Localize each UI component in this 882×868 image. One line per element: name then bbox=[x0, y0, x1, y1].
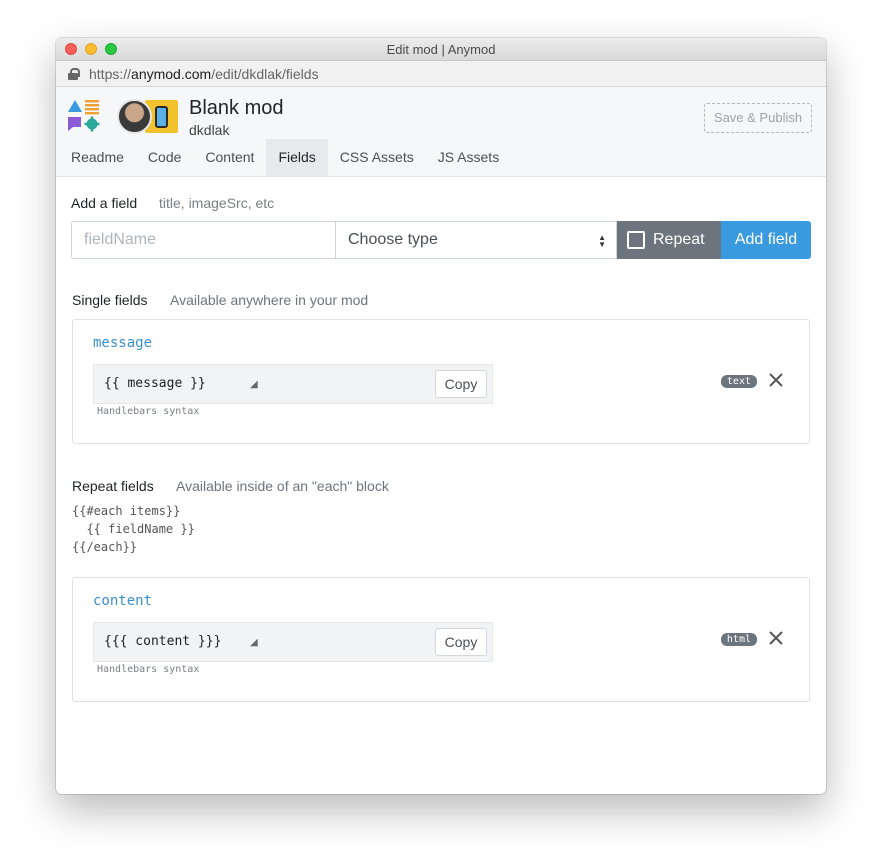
add-field-row: Choose type ▲▼ Repeat Add field bbox=[71, 221, 811, 259]
tab-js-assets[interactable]: JS Assets bbox=[426, 139, 511, 176]
repeat-fields-title: Repeat fields bbox=[72, 478, 154, 494]
tab-readme[interactable]: Readme bbox=[59, 139, 136, 176]
tab-fields[interactable]: Fields bbox=[266, 139, 328, 176]
add-field-button[interactable]: Add field bbox=[721, 221, 811, 259]
select-arrows-icon: ▲ ▼ bbox=[598, 233, 606, 249]
mod-header: Blank mod dkdlak Save & Publish Readme C… bbox=[56, 87, 826, 177]
repeat-toggle[interactable]: Repeat bbox=[617, 221, 721, 259]
user-avatar[interactable] bbox=[117, 99, 152, 134]
editor-tabs: Readme Code Content Fields CSS Assets JS… bbox=[59, 139, 511, 176]
resize-handle-icon[interactable]: ◢ bbox=[250, 379, 258, 390]
syntax-caption: Handlebars syntax bbox=[97, 406, 200, 417]
field-name: content bbox=[93, 593, 153, 609]
field-type-value: Choose type bbox=[348, 231, 438, 248]
remove-field-icon[interactable] bbox=[767, 371, 785, 389]
syntax-caption: Handlebars syntax bbox=[97, 664, 200, 675]
repeat-checkbox[interactable] bbox=[627, 231, 645, 249]
minimize-window-button[interactable] bbox=[85, 43, 97, 55]
title-bar: Edit mod | Anymod bbox=[56, 38, 826, 61]
address-bar[interactable]: https://anymod.com/edit/dkdlak/fields bbox=[56, 61, 826, 87]
phone-icon bbox=[155, 106, 168, 128]
add-field-label: Add a field bbox=[71, 195, 138, 211]
url-protocol: https:// bbox=[89, 65, 132, 82]
tab-css-assets[interactable]: CSS Assets bbox=[328, 139, 426, 176]
mod-title: Blank mod bbox=[189, 97, 284, 119]
field-name: message bbox=[93, 335, 153, 351]
field-type-badge: html bbox=[720, 633, 757, 646]
window-title: Edit mod | Anymod bbox=[386, 42, 496, 57]
tab-content[interactable]: Content bbox=[193, 139, 266, 176]
remove-field-icon[interactable] bbox=[767, 629, 785, 647]
copy-button[interactable]: Copy bbox=[435, 370, 487, 398]
close-window-button[interactable] bbox=[65, 43, 77, 55]
anymod-logo-icon bbox=[68, 100, 100, 132]
repeat-label: Repeat bbox=[653, 231, 705, 248]
save-publish-button[interactable]: Save & Publish bbox=[704, 103, 812, 133]
field-type-select[interactable]: Choose type ▲ ▼ bbox=[336, 221, 617, 259]
maximize-window-button[interactable] bbox=[105, 43, 117, 55]
single-fields-hint: Available anywhere in your mod bbox=[170, 292, 369, 308]
single-fields-title: Single fields bbox=[72, 292, 148, 308]
field-card: message {{ message }} ◢ Copy Handlebars … bbox=[72, 319, 810, 444]
url-path: /edit/dkdlak/fields bbox=[211, 65, 319, 82]
url-host: anymod.com bbox=[131, 65, 212, 82]
each-block-snippet: {{#each items}} {{ fieldName }} {{/each}… bbox=[72, 504, 195, 554]
field-name-input[interactable] bbox=[71, 221, 336, 259]
repeat-fields-hint: Available inside of an "each" block bbox=[176, 478, 389, 494]
handlebars-code[interactable]: {{{ content }}} bbox=[104, 634, 221, 649]
copy-button[interactable]: Copy bbox=[435, 628, 487, 656]
add-field-hint: title, imageSrc, etc bbox=[159, 195, 275, 211]
handlebars-code-box[interactable]: {{ message }} ◢ Copy bbox=[93, 364, 493, 404]
lock-icon bbox=[68, 67, 80, 80]
field-card: content {{{ content }}} ◢ Copy Handlebar… bbox=[72, 577, 810, 702]
handlebars-code[interactable]: {{ message }} bbox=[104, 376, 206, 391]
browser-window: Edit mod | Anymod https://anymod.com/edi… bbox=[56, 38, 826, 794]
window-controls bbox=[65, 43, 117, 55]
field-type-badge: text bbox=[720, 375, 757, 388]
resize-handle-icon[interactable]: ◢ bbox=[250, 637, 258, 648]
mod-username[interactable]: dkdlak bbox=[189, 122, 229, 138]
handlebars-code-box[interactable]: {{{ content }}} ◢ Copy bbox=[93, 622, 493, 662]
tab-code[interactable]: Code bbox=[136, 139, 193, 176]
